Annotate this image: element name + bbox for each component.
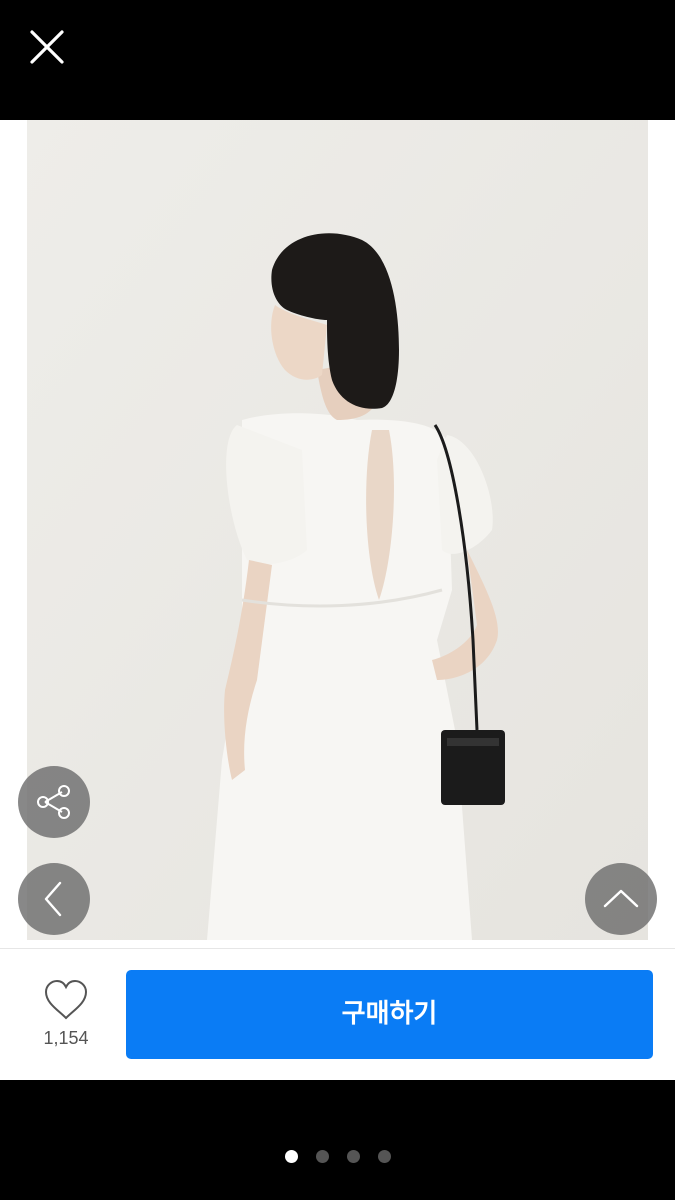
- close-icon: [30, 30, 64, 64]
- pager-dot-1[interactable]: [284, 1150, 298, 1163]
- pager-dot-4[interactable]: [377, 1150, 391, 1163]
- product-photo: [27, 120, 648, 940]
- heart-icon: [44, 979, 88, 1020]
- product-card: 1,154 구매하기: [0, 120, 675, 1080]
- app-frame: 1,154 구매하기: [0, 0, 675, 1200]
- prev-button[interactable]: [18, 863, 90, 935]
- close-button[interactable]: [22, 22, 72, 72]
- pager-dot-3[interactable]: [346, 1150, 360, 1163]
- buy-button[interactable]: 구매하기: [126, 970, 653, 1059]
- top-bar: [0, 0, 675, 120]
- divider: [0, 948, 675, 949]
- chevron-up-icon: [603, 889, 639, 908]
- like-button[interactable]: 1,154: [30, 978, 102, 1058]
- scroll-top-button[interactable]: [585, 863, 657, 935]
- chevron-left-icon: [44, 881, 62, 917]
- page-indicator: [0, 1150, 675, 1168]
- like-count: 1,154: [43, 1028, 89, 1048]
- share-icon: [37, 785, 70, 819]
- product-photo-illustration: [27, 120, 648, 940]
- share-button[interactable]: [18, 766, 90, 838]
- pager-dot-2[interactable]: [315, 1150, 329, 1163]
